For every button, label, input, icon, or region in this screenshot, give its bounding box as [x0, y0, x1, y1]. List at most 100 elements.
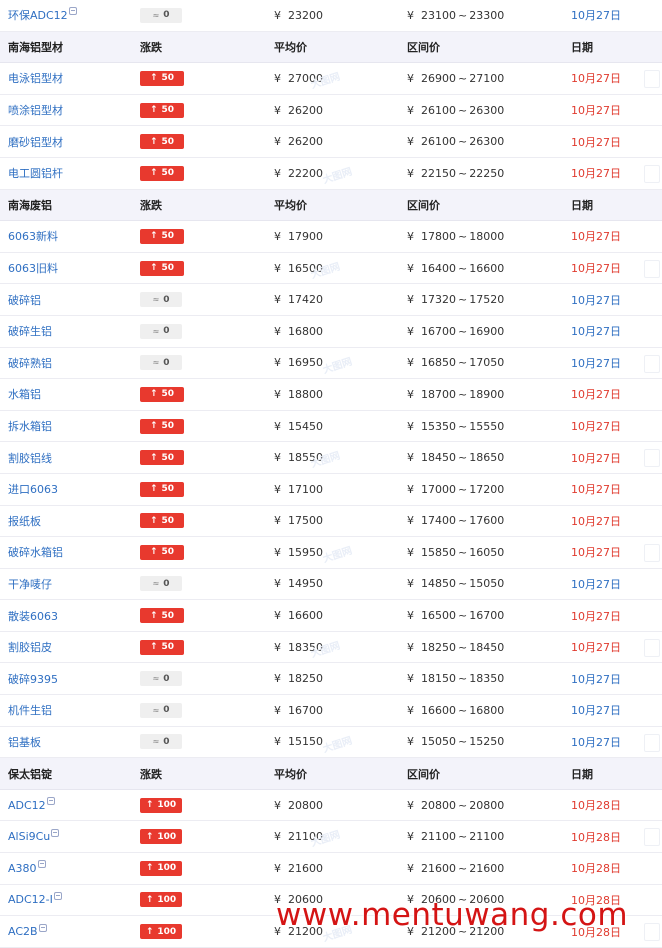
change-value: 0 — [163, 578, 170, 589]
product-link[interactable]: 水箱铝 — [8, 386, 41, 402]
product-link[interactable]: 割胶铝皮 — [8, 639, 52, 655]
range-low: 17800 — [421, 229, 456, 243]
currency-symbol: ¥ — [407, 261, 414, 275]
average-price: 17900 — [288, 229, 323, 243]
product-link[interactable]: 割胶铝线 — [8, 450, 52, 466]
range-high: 15050 — [469, 577, 505, 591]
arrow-up-icon: ↑ — [149, 421, 158, 432]
currency-symbol: ¥ — [274, 609, 281, 623]
change-cell: ↑ 50 — [140, 95, 184, 126]
average-price: 22200 — [288, 166, 323, 180]
range-high: 23300 — [469, 8, 505, 22]
change-cell: ≈0 — [140, 0, 182, 31]
range-separator: ~ — [458, 451, 468, 465]
product-link[interactable]: 电工圆铝杆 — [8, 165, 63, 181]
average-price-cell: ¥14950 — [274, 569, 323, 600]
change-cell: ↑ 50 — [140, 632, 184, 663]
arrow-up-icon: ↑ — [149, 642, 158, 653]
currency-symbol: ¥ — [274, 356, 281, 370]
range-separator: ~ — [458, 324, 468, 338]
change-value: 50 — [161, 73, 175, 84]
product-link[interactable]: 破碎铝 — [8, 292, 41, 308]
product-link[interactable]: 磨砂铝型材 — [8, 134, 63, 150]
change-cell: ↑ 50 — [140, 506, 184, 537]
change-value: 100 — [157, 831, 177, 842]
product-link[interactable]: A380 — [8, 862, 37, 875]
product-link[interactable]: 进口6063 — [8, 481, 58, 497]
product-link[interactable]: 机件生铝 — [8, 702, 52, 718]
range-price-cell: ¥15050 ~15250 — [407, 727, 504, 758]
range-high: 18900 — [469, 387, 505, 401]
change-value: 50 — [161, 105, 175, 116]
range-low: 18450 — [421, 451, 456, 465]
product-link[interactable]: AC2B — [8, 925, 38, 938]
column-header-average: 平均价 — [274, 198, 307, 212]
average-price: 21100 — [288, 830, 323, 844]
change-up-badge: ↑ 50 — [140, 386, 184, 402]
product-link[interactable]: ADC12-I — [8, 893, 53, 906]
date-cell: 10月27日 — [571, 420, 621, 434]
range-price-cell: ¥23100 ~23300 — [407, 0, 504, 31]
section-title: 保太铝锭 — [8, 767, 52, 781]
change-flat-badge: ≈0 — [140, 355, 182, 371]
product-link[interactable]: 电泳铝型材 — [8, 70, 63, 86]
product-link[interactable]: 破碎生铝 — [8, 323, 52, 339]
table-row: 割胶铝线 ↑ 50 ¥18550 ¥18450 ~18650 10月27日 大图网 — [0, 442, 662, 474]
change-value: 50 — [161, 421, 175, 432]
range-high: 26300 — [469, 135, 505, 149]
average-price-cell: ¥21600 — [274, 853, 323, 884]
range-separator: ~ — [458, 640, 468, 654]
product-link[interactable]: 6063旧料 — [8, 260, 58, 276]
currency-symbol: ¥ — [274, 861, 281, 875]
table-row: 6063旧料 ↑ 50 ¥16500 ¥16400 ~16600 10月27日 大图网 — [0, 252, 662, 285]
change-up-badge: ↑ 50 — [140, 260, 184, 276]
arrow-up-icon: ↑ — [149, 610, 158, 621]
currency-symbol: ¥ — [274, 166, 281, 180]
range-high: 26300 — [469, 103, 505, 117]
product-link[interactable]: AlSi9Cu — [8, 830, 50, 843]
column-header-change: 涨跌 — [140, 767, 162, 781]
product-link[interactable]: 破碎9395 — [8, 671, 58, 687]
currency-symbol: ¥ — [274, 419, 281, 433]
range-separator: ~ — [458, 514, 468, 528]
range-price-cell: ¥21600 ~21600 — [407, 853, 504, 884]
change-value: 50 — [161, 168, 175, 179]
product-link[interactable]: 散装6063 — [8, 608, 58, 624]
product-link[interactable]: 拆水箱铝 — [8, 418, 52, 434]
range-price-cell: ¥14850 ~15050 — [407, 569, 504, 600]
date-cell: 10月27日 — [571, 230, 621, 244]
average-price-cell: ¥18800 — [274, 379, 323, 410]
table-row: 6063新料 ↑ 50 ¥17900 ¥17800 ~18000 10月27日 — [0, 221, 662, 253]
change-flat-badge: ≈0 — [140, 576, 182, 592]
table-row: 散装6063 ↑ 50 ¥16600 ¥16500 ~16700 10月27日 — [0, 600, 662, 632]
product-link[interactable]: 报纸板 — [8, 513, 41, 529]
range-high: 16600 — [469, 261, 505, 275]
range-low: 16700 — [421, 324, 456, 338]
product-link[interactable]: 喷涂铝型材 — [8, 102, 63, 118]
product-cell: 磨砂铝型材 — [8, 126, 63, 157]
product-link[interactable]: 破碎熟铝 — [8, 355, 52, 371]
currency-symbol: ¥ — [274, 577, 281, 591]
product-link[interactable]: 6063新料 — [8, 228, 58, 244]
section-header: 南海废铝 涨跌 平均价 区间价 日期 — [0, 189, 662, 222]
average-price: 17420 — [288, 293, 323, 307]
average-price: 18550 — [288, 451, 323, 465]
currency-symbol: ¥ — [407, 324, 414, 338]
range-low: 17000 — [421, 482, 456, 496]
product-link[interactable]: 干净唛仔 — [8, 576, 52, 592]
product-cell: 破碎水箱铝 — [8, 537, 63, 568]
product-link[interactable]: 铝基板 — [8, 734, 41, 750]
product-link[interactable]: ADC12 — [8, 799, 46, 812]
change-flat-badge: ≈0 — [140, 292, 182, 308]
average-price-cell: ¥17100 — [274, 474, 323, 505]
product-link[interactable]: 环保ADC12 — [8, 7, 68, 23]
currency-symbol: ¥ — [407, 735, 414, 749]
average-price-cell: ¥15150 — [274, 727, 323, 758]
product-link[interactable]: 破碎水箱铝 — [8, 544, 63, 560]
column-header-change: 涨跌 — [140, 40, 162, 54]
range-low: 15050 — [421, 735, 456, 749]
range-low: 20800 — [421, 798, 456, 812]
overlay-watermark: 大图网 — [321, 166, 354, 187]
change-up-badge: ↑ 100 — [140, 924, 182, 940]
change-up-badge: ↑ 50 — [140, 544, 184, 560]
